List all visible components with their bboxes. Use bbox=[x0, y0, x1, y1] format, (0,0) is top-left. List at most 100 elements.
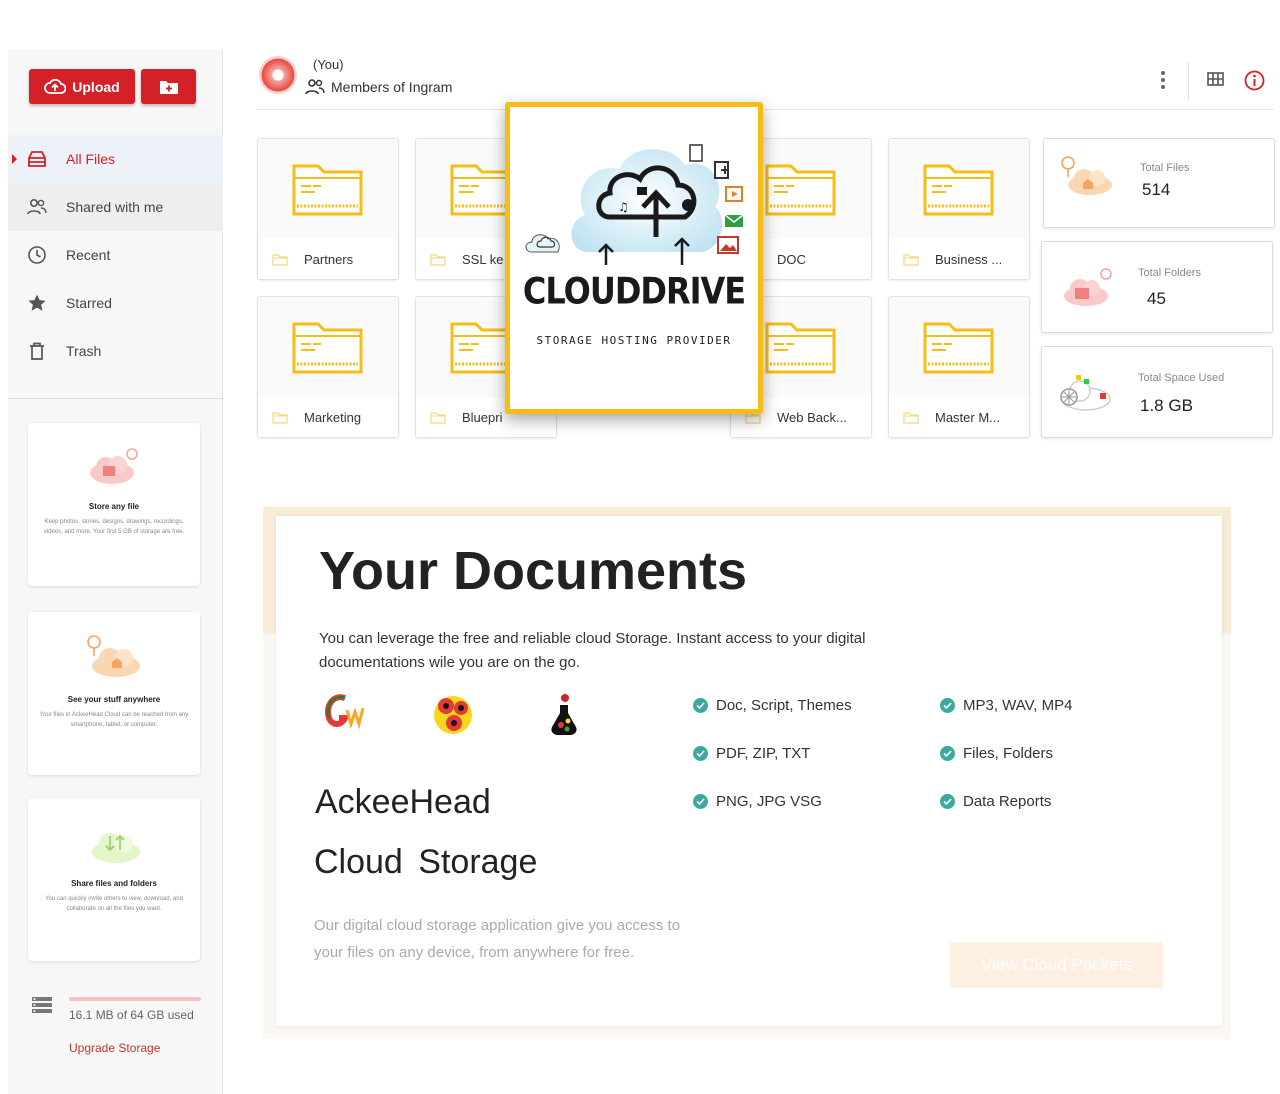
flask-logo-icon bbox=[551, 694, 577, 735]
cloud-network-icon bbox=[1060, 375, 1111, 411]
folder-footer: Marketing bbox=[258, 397, 398, 437]
sidebar-item-starred[interactable]: Starred bbox=[8, 279, 223, 327]
folder-tile-marketing[interactable]: Marketing bbox=[257, 296, 399, 438]
folder-name: Bluepri bbox=[462, 410, 503, 425]
feature-item: Files, Folders bbox=[940, 745, 1053, 762]
small-folder-icon bbox=[430, 253, 446, 266]
sidebar-item-all-files[interactable]: All Files bbox=[8, 135, 223, 183]
people-icon bbox=[26, 196, 48, 218]
folder-preview bbox=[258, 297, 398, 397]
clouddrive-subtitle: STORAGE HOSTING PROVIDER bbox=[536, 334, 732, 347]
more-vertical-icon[interactable] bbox=[1160, 70, 1166, 90]
storage-stack-icon bbox=[32, 997, 52, 1013]
promo-store-card: Store any file Keep photos, stories, des… bbox=[28, 423, 200, 586]
sidebar-divider bbox=[8, 398, 223, 399]
sidebar-item-recent[interactable]: Recent bbox=[8, 231, 223, 279]
sidebar-item-label: Recent bbox=[66, 247, 111, 263]
folder-icon bbox=[923, 322, 994, 374]
upgrade-storage-link[interactable]: Upgrade Storage bbox=[69, 1041, 160, 1055]
view-cloud-pockets-button[interactable]: View Cloud Pockets bbox=[950, 942, 1163, 988]
sidebar-item-shared[interactable]: Shared with me bbox=[8, 183, 223, 231]
folder-icon bbox=[292, 322, 363, 374]
folder-name: Web Back... bbox=[777, 410, 847, 425]
clouddrive-title: CLOUDDRIVE bbox=[522, 269, 746, 313]
active-caret-icon bbox=[12, 154, 17, 164]
folder-footer: Partners bbox=[258, 239, 398, 279]
upload-button[interactable]: Upload bbox=[29, 69, 135, 104]
folder-tile-partners[interactable]: Partners bbox=[257, 138, 399, 280]
cloud-location-icon bbox=[1061, 156, 1112, 195]
stat-value: 514 bbox=[1142, 180, 1171, 199]
promo-title: See your stuff anywhere bbox=[67, 695, 161, 704]
upload-label: Upload bbox=[72, 78, 120, 95]
stat-value: 45 bbox=[1147, 289, 1166, 308]
sidebar-item-label: Starred bbox=[66, 295, 112, 311]
folder-icon bbox=[765, 164, 836, 216]
stat-label: Total Files bbox=[1140, 162, 1190, 174]
small-folder-icon bbox=[430, 411, 446, 424]
promo-share-card: Share files and folders You can quickly … bbox=[28, 798, 200, 961]
clock-icon bbox=[26, 244, 48, 266]
trash-icon bbox=[26, 340, 48, 362]
folder-footer: Master M... bbox=[889, 397, 1029, 437]
feature-label: PNG, JPG VSG bbox=[716, 793, 822, 810]
brand-name: AckeeHead bbox=[315, 783, 491, 821]
feature-label: Doc, Script, Themes bbox=[716, 697, 852, 714]
folder-name: Business ... bbox=[935, 252, 1003, 267]
check-icon bbox=[940, 794, 955, 809]
sidebar-nav: All Files Shared with me Recent Starred … bbox=[8, 135, 223, 375]
grid-view-icon[interactable] bbox=[1207, 72, 1224, 86]
small-folder-icon bbox=[903, 411, 919, 424]
promo-desc: Your files in AckeeHead Cloud can be rea… bbox=[39, 712, 189, 728]
feature-item: Data Reports bbox=[940, 793, 1051, 810]
folder-tile-business[interactable]: Business ... bbox=[888, 138, 1030, 280]
people-icon bbox=[305, 79, 325, 95]
folder-name: SSL ke bbox=[462, 252, 504, 267]
folder-tile-master[interactable]: Master M... bbox=[888, 296, 1030, 438]
feature-item: MP3, WAV, MP4 bbox=[940, 697, 1072, 714]
clouddrive-cloud-icon: ♫ bbox=[525, 144, 744, 265]
star-icon bbox=[26, 292, 48, 314]
top-header: (You) Members of Ingram bbox=[257, 50, 1274, 110]
check-icon bbox=[693, 746, 708, 761]
cloud-folder-icon bbox=[1064, 268, 1112, 306]
folder-name: Partners bbox=[304, 252, 354, 267]
documents-description: Our digital cloud storage application gi… bbox=[314, 917, 681, 961]
feature-label: PDF, ZIP, TXT bbox=[716, 745, 811, 762]
folder-icon bbox=[292, 164, 363, 216]
feature-item: PNG, JPG VSG bbox=[693, 793, 822, 810]
small-folder-icon bbox=[272, 411, 288, 424]
folder-name: DOC bbox=[777, 252, 806, 267]
folder-footer: Business ... bbox=[889, 239, 1029, 279]
check-icon bbox=[693, 794, 708, 809]
stat-total-space: Total Space Used 1.8 GB bbox=[1041, 346, 1273, 438]
feature-item: PDF, ZIP, TXT bbox=[693, 745, 810, 762]
sidebar-item-label: Trash bbox=[66, 343, 102, 359]
avatar[interactable] bbox=[259, 56, 297, 94]
svg-text:♫: ♫ bbox=[618, 200, 629, 214]
documents-heading: Your Documents bbox=[319, 541, 748, 601]
circles-logo-icon bbox=[434, 696, 472, 734]
small-folder-icon bbox=[272, 253, 288, 266]
check-icon bbox=[940, 746, 955, 761]
sidebar-item-label: Shared with me bbox=[66, 199, 164, 215]
promo-anywhere-card: See your stuff anywhere Your files in Ac… bbox=[28, 612, 200, 775]
drive-icon bbox=[26, 148, 48, 170]
folder-plus-icon bbox=[159, 80, 178, 94]
header-divider bbox=[1188, 62, 1189, 100]
promo-title: Share files and folders bbox=[71, 879, 157, 888]
check-icon bbox=[940, 698, 955, 713]
clouddrive-logo-overlay[interactable]: ♫ CLOUDDRIVE STORAGE HOSTING PROVIDER bbox=[505, 102, 763, 414]
sidebar-item-trash[interactable]: Trash bbox=[8, 327, 223, 375]
small-folder-icon bbox=[903, 253, 919, 266]
info-icon[interactable] bbox=[1244, 70, 1265, 91]
feature-label: MP3, WAV, MP4 bbox=[963, 697, 1073, 714]
gw-logo-icon bbox=[325, 694, 365, 730]
new-folder-button[interactable] bbox=[141, 69, 196, 104]
cloud-share-icon bbox=[92, 833, 140, 863]
sidebar-item-label: All Files bbox=[66, 151, 116, 167]
stat-total-folders: Total Folders 45 bbox=[1041, 241, 1273, 333]
members-link[interactable]: Members of Ingram bbox=[305, 79, 452, 95]
folder-name: Master M... bbox=[935, 410, 1001, 425]
brand-tagline: Cloud Storage bbox=[314, 843, 538, 881]
